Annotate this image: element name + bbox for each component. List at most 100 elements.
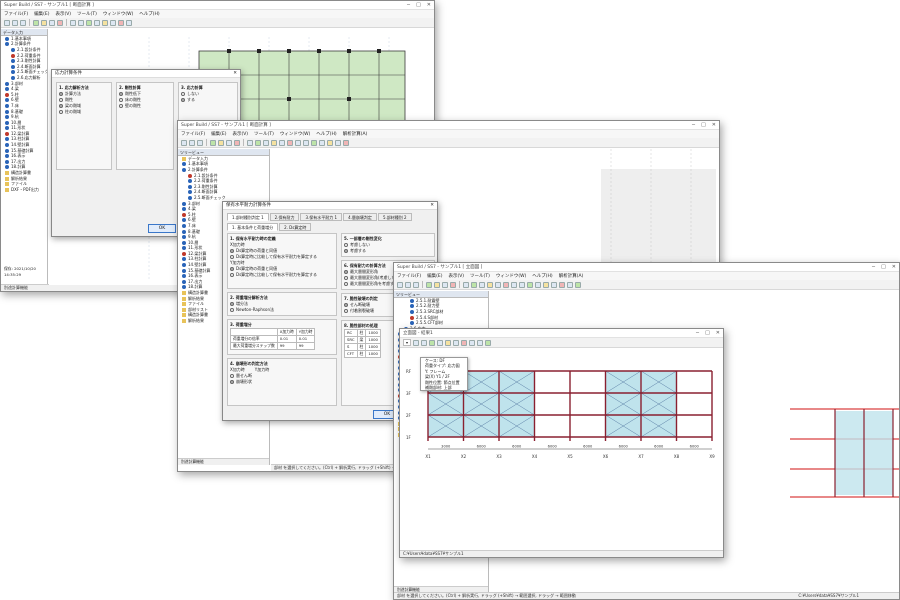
open-icon[interactable] (405, 281, 411, 288)
open-icon[interactable] (189, 139, 195, 146)
pan-icon[interactable] (78, 19, 84, 26)
grid-icon[interactable] (263, 139, 269, 146)
load-icon[interactable] (327, 139, 333, 146)
case-select[interactable]: ▾ (403, 339, 412, 346)
display-icon[interactable] (429, 339, 436, 346)
menu-edit[interactable]: 編集(E) (34, 11, 49, 17)
new-icon[interactable] (4, 19, 10, 26)
delete-icon[interactable] (503, 281, 509, 288)
cell-input[interactable]: 99 (276, 342, 297, 350)
copy-icon[interactable] (126, 19, 132, 26)
open-icon[interactable] (12, 19, 18, 26)
frame-icon[interactable] (453, 339, 460, 346)
section-icon[interactable] (319, 139, 325, 146)
menu-tools[interactable]: ツール(T) (470, 273, 490, 279)
new-icon[interactable] (397, 281, 403, 288)
maximize-icon[interactable]: □ (701, 122, 706, 128)
close-icon[interactable]: ✕ (716, 330, 720, 336)
member-icon[interactable] (551, 281, 557, 288)
minimize-icon[interactable]: ─ (696, 330, 699, 336)
close-icon[interactable]: ✕ (427, 2, 431, 8)
menu-tools[interactable]: ツール(T) (77, 11, 97, 17)
menu-file[interactable]: ファイル(F) (397, 273, 421, 279)
menu-file[interactable]: ファイル(F) (181, 131, 205, 137)
output-icon[interactable] (434, 281, 440, 288)
grid-icon[interactable] (479, 281, 485, 288)
menu-edit[interactable]: 編集(E) (427, 273, 442, 279)
print-icon[interactable] (442, 281, 448, 288)
delete-icon[interactable] (118, 19, 124, 26)
paste-icon[interactable] (519, 281, 525, 288)
option-wall-stiff[interactable]: 壁の剛性 (119, 103, 171, 109)
cell-input[interactable]: 99 (295, 342, 316, 350)
subtab-basic[interactable]: 1. 基本条件と荷重増分 (227, 223, 279, 231)
move-icon[interactable] (567, 281, 573, 288)
maximize-icon[interactable]: □ (416, 2, 421, 8)
menu-tools[interactable]: ツール(T) (254, 131, 274, 137)
menu-file[interactable]: ファイル(F) (4, 11, 28, 17)
copy-icon[interactable] (511, 281, 517, 288)
frame-icon[interactable] (527, 281, 533, 288)
stress-icon[interactable] (461, 339, 468, 346)
table-cell[interactable]: 1000 (365, 350, 381, 358)
minimize-icon[interactable]: ─ (407, 2, 410, 8)
zoom-icon[interactable] (463, 281, 469, 288)
table-cell[interactable]: 1000 (365, 343, 381, 351)
filter-icon[interactable] (495, 281, 501, 288)
filter-icon[interactable] (279, 139, 285, 146)
tab-member-type-2[interactable]: 5.部材種別 2 (377, 213, 412, 221)
calc-icon[interactable] (33, 19, 39, 26)
layer-icon[interactable] (102, 19, 108, 26)
cell-input[interactable]: 0.01 (276, 335, 297, 343)
close-icon[interactable]: ✕ (892, 264, 896, 270)
tab-horizontal-capacity[interactable]: 3.保有水平耐力 1 (300, 213, 343, 221)
close-icon[interactable]: ✕ (233, 70, 237, 77)
next-icon[interactable] (421, 339, 428, 346)
prev-icon[interactable] (413, 339, 420, 346)
save-icon[interactable] (197, 139, 203, 146)
print-icon[interactable] (226, 139, 232, 146)
layer-icon[interactable] (271, 139, 277, 146)
section-icon[interactable] (535, 281, 541, 288)
menu-view[interactable]: 表示(V) (448, 273, 464, 279)
menu-analysis[interactable]: 解析計算(A) (559, 273, 584, 279)
tree-item[interactable]: DXF・PDF出力 (1, 187, 47, 193)
option-col-rigid[interactable]: 柱の剛域 (59, 109, 109, 115)
menu-window[interactable]: ウィンドウ(W) (103, 11, 133, 17)
menu-window[interactable]: ウィンドウ(W) (280, 131, 310, 137)
view3d-icon[interactable] (255, 139, 261, 146)
tab-member-type-1[interactable]: 1.部材種別判定 1 (227, 213, 269, 221)
minimize-icon[interactable]: ─ (692, 122, 695, 128)
stop-icon[interactable] (57, 19, 63, 26)
menu-window[interactable]: ウィンドウ(W) (496, 273, 526, 279)
print-icon[interactable] (49, 19, 55, 26)
copy-icon[interactable] (295, 139, 301, 146)
menu-help[interactable]: ヘルプ(H) (139, 11, 159, 17)
rotate-icon[interactable] (575, 281, 581, 288)
stop-icon[interactable] (450, 281, 456, 288)
table-cell[interactable]: 1000 (365, 329, 381, 337)
view3d-icon[interactable] (86, 19, 92, 26)
frame-icon[interactable] (311, 139, 317, 146)
save-icon[interactable] (20, 19, 26, 26)
menu-analysis[interactable]: 解析計算(A) (343, 131, 368, 137)
popup-item[interactable]: 補剛部材: 上部 (421, 385, 467, 390)
paste-icon[interactable] (303, 139, 309, 146)
member-icon[interactable] (335, 139, 341, 146)
option-y-compare[interactable]: Ds算定時に比較して保有水平耐力を算定する (230, 272, 334, 278)
delete-icon[interactable] (287, 139, 293, 146)
check-icon[interactable] (343, 139, 349, 146)
calc-icon[interactable] (210, 139, 216, 146)
tab-capacity[interactable]: 2.保有耐力 (269, 213, 300, 221)
minimize-icon[interactable]: ─ (872, 264, 875, 270)
check-icon[interactable] (559, 281, 565, 288)
menu-edit[interactable]: 編集(E) (211, 131, 226, 137)
zoom-icon[interactable] (437, 339, 444, 346)
option-yes[interactable]: する (181, 97, 235, 103)
close-icon[interactable]: ✕ (430, 202, 434, 209)
load-icon[interactable] (543, 281, 549, 288)
export-icon[interactable] (485, 339, 492, 346)
menu-view[interactable]: 表示(V) (232, 131, 248, 137)
save-icon[interactable] (413, 281, 419, 288)
menu-help[interactable]: ヘルプ(H) (316, 131, 336, 137)
